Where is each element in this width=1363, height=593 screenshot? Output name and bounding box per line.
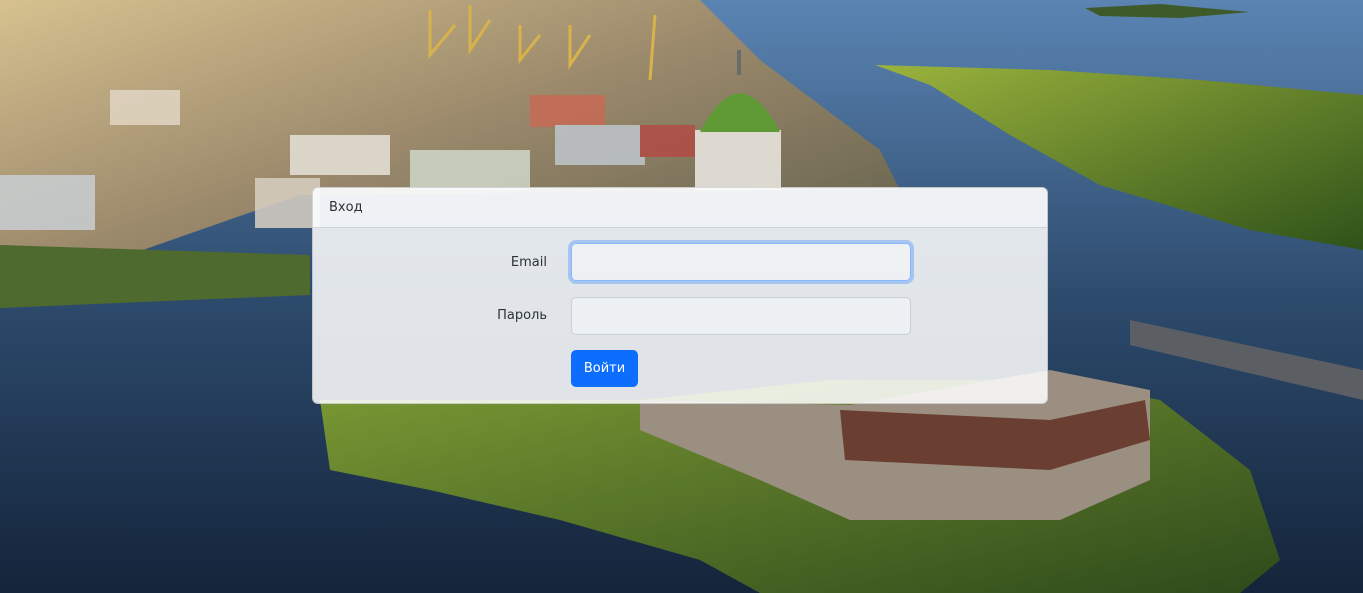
building [110,90,180,125]
building [0,175,95,230]
email-label: Email [510,255,547,270]
login-button[interactable]: Войти [571,350,638,387]
login-card-header: Вход [313,188,1047,228]
login-page: Вход Email Пароль Войти [0,0,1363,593]
password-input[interactable] [571,297,911,335]
password-label: Пароль [497,308,547,323]
building [410,150,530,190]
email-input[interactable] [571,243,911,281]
building [640,125,695,157]
building [555,125,645,165]
building [530,95,605,127]
castle-tower-spire [737,50,741,75]
login-card: Вход Email Пароль Войти [312,187,1048,404]
castle-tower [695,130,781,190]
building [290,135,390,175]
login-title: Вход [329,200,363,215]
building [255,178,320,228]
